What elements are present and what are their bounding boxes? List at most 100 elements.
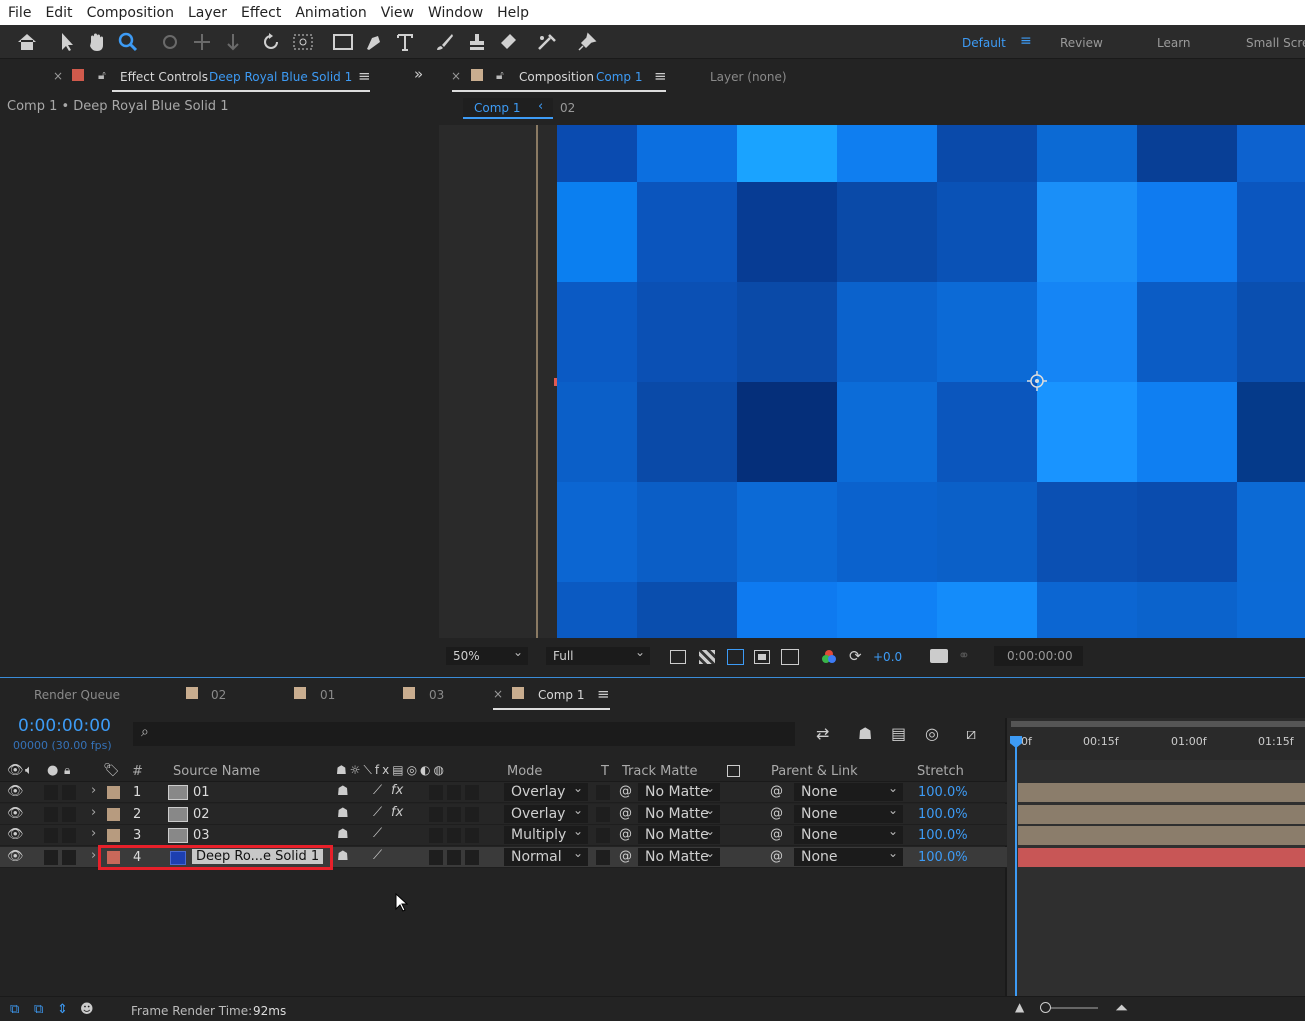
- dolly-camera-icon[interactable]: [220, 29, 246, 55]
- selection-tool-icon[interactable]: [54, 29, 80, 55]
- home-icon[interactable]: [14, 29, 40, 55]
- panel-menu-icon[interactable]: ≡: [358, 67, 371, 85]
- menu-edit[interactable]: Edit: [37, 5, 78, 21]
- track-matte-dropdown[interactable]: No Matte: [638, 823, 720, 844]
- shy-switch-icon[interactable]: ☗: [337, 784, 349, 799]
- visibility-eye-icon[interactable]: 👁︎: [7, 784, 24, 799]
- lock-toggle[interactable]: [62, 828, 76, 843]
- menu-view[interactable]: View: [373, 5, 420, 21]
- resolution-dropdown[interactable]: Full: [546, 644, 650, 665]
- color-channels-icon[interactable]: [821, 649, 837, 665]
- comp-breadcrumb-next[interactable]: 02: [560, 101, 575, 115]
- show-snapshot-icon[interactable]: ⚭: [958, 648, 970, 664]
- work-area-bar[interactable]: [1011, 721, 1305, 727]
- menu-composition[interactable]: Composition: [79, 5, 180, 21]
- timeline-zoom-slider-thumb[interactable]: [1040, 1002, 1051, 1013]
- solo-icon[interactable]: ●: [47, 763, 58, 778]
- layer-label-swatch[interactable]: [107, 807, 120, 821]
- stretch-value[interactable]: 100.0%: [918, 850, 968, 865]
- comp-flowchart-icon[interactable]: ⇄: [816, 724, 829, 743]
- lock-toggle[interactable]: [62, 806, 76, 822]
- track-matte-dropdown[interactable]: No Matte: [638, 802, 720, 823]
- parent-dropdown[interactable]: None: [794, 802, 903, 823]
- audio-icon[interactable]: 🔈︎: [25, 763, 33, 778]
- layer-duration-bar[interactable]: [1018, 847, 1305, 867]
- parent-dropdown[interactable]: None: [794, 780, 903, 801]
- orbit-camera-icon[interactable]: [157, 29, 183, 55]
- motion-blur-switch[interactable]: [429, 785, 443, 800]
- zoom-out-icon[interactable]: ▲: [1015, 1000, 1024, 1014]
- adjustment-switch[interactable]: [447, 849, 461, 865]
- roto-brush-icon[interactable]: [534, 29, 560, 55]
- type-tool-icon[interactable]: [392, 29, 418, 55]
- expand-chevron-icon[interactable]: ›: [91, 848, 96, 863]
- shy-switch-icon[interactable]: ☗: [337, 849, 349, 864]
- layer-label-swatch[interactable]: [107, 829, 120, 842]
- blend-mode-dropdown[interactable]: Overlay: [504, 802, 588, 823]
- pan-behind-icon[interactable]: [290, 29, 316, 55]
- mask-visibility-icon[interactable]: [727, 649, 744, 665]
- motion-blur-icon[interactable]: ◎: [925, 724, 939, 743]
- stretch-value[interactable]: 100.0%: [918, 785, 968, 800]
- adjustment-switch[interactable]: [447, 828, 461, 843]
- shy-switch-icon[interactable]: ☗: [337, 827, 349, 842]
- transparency-grid-icon[interactable]: [699, 650, 715, 664]
- menu-layer[interactable]: Layer: [180, 5, 233, 21]
- comp-1-tab[interactable]: Comp 1: [538, 688, 584, 702]
- stretch-value[interactable]: 100.0%: [918, 807, 968, 822]
- panel-menu-icon[interactable]: ≡: [654, 67, 667, 85]
- expand-chevron-icon[interactable]: ›: [91, 826, 96, 841]
- hand-tool-icon[interactable]: [84, 29, 110, 55]
- pan-camera-icon[interactable]: [189, 29, 215, 55]
- 3d-layer-switch[interactable]: [465, 849, 479, 865]
- workspace-learn[interactable]: Learn: [1157, 36, 1191, 50]
- timeline-search-input[interactable]: ⌕: [133, 722, 795, 746]
- effect-controls-tab-label[interactable]: Effect Controls: [120, 70, 208, 84]
- workspace-review[interactable]: Review: [1060, 36, 1103, 50]
- layer-row[interactable]: 👁︎ › 3 03 ☗ ⟋ Multiply @ No Matte @ None…: [0, 823, 1007, 846]
- layer-label-swatch[interactable]: [107, 786, 120, 799]
- eraser-tool-icon[interactable]: [495, 29, 521, 55]
- adjustment-switch[interactable]: [447, 785, 461, 800]
- rectangle-tool-icon[interactable]: [330, 29, 356, 55]
- fx-switch-icon[interactable]: fx: [391, 805, 403, 820]
- solo-toggle[interactable]: [44, 828, 58, 843]
- layer-source-name[interactable]: 02: [193, 807, 210, 822]
- track-matte-dropdown[interactable]: No Matte: [638, 845, 720, 866]
- workspace-small-screen[interactable]: Small Scre: [1246, 36, 1305, 50]
- comp-02-tab[interactable]: 02: [211, 688, 226, 702]
- snapshot-camera-icon[interactable]: [930, 649, 948, 663]
- anchor-point-icon[interactable]: [1026, 370, 1048, 392]
- current-time-display[interactable]: 0:00:00:00: [18, 716, 111, 736]
- menu-help[interactable]: Help: [489, 5, 535, 21]
- parent-dropdown[interactable]: None: [794, 823, 903, 844]
- track-matte-dropdown[interactable]: No Matte: [638, 780, 720, 801]
- layer-switches-toggle-icon[interactable]: ⧉: [10, 1002, 19, 1017]
- preserve-transparency-toggle[interactable]: [596, 785, 610, 800]
- expand-chevron-icon[interactable]: ›: [91, 783, 96, 798]
- workspace-menu-icon[interactable]: ≡: [1020, 33, 1032, 49]
- close-icon[interactable]: ×: [493, 687, 503, 701]
- brush-tool-icon[interactable]: [432, 29, 458, 55]
- shy-switch-icon[interactable]: ☗: [337, 806, 349, 821]
- parent-pickwhip-icon[interactable]: @: [770, 806, 783, 821]
- visibility-eye-icon[interactable]: 👁︎: [7, 806, 24, 821]
- render-queue-tab[interactable]: Render Queue: [34, 688, 120, 702]
- transfer-controls-toggle-icon[interactable]: ⧉: [34, 1002, 43, 1017]
- matte-pickwhip-icon[interactable]: @: [619, 827, 632, 842]
- puppet-pin-icon[interactable]: [574, 29, 600, 55]
- expand-panels-icon[interactable]: »: [414, 65, 423, 83]
- composition-tab-label[interactable]: Composition: [519, 70, 594, 84]
- lock-column-icon[interactable]: 🔒︎: [64, 763, 70, 778]
- eye-icon[interactable]: 👁︎: [7, 763, 24, 778]
- workspace-default[interactable]: Default: [962, 36, 1006, 50]
- lock-toggle[interactable]: [62, 849, 76, 865]
- solo-toggle[interactable]: [44, 806, 58, 822]
- matte-pickwhip-icon[interactable]: @: [619, 849, 632, 864]
- motion-blur-switch[interactable]: [429, 828, 443, 843]
- graph-editor-icon[interactable]: ⧄: [966, 724, 976, 744]
- parent-pickwhip-icon[interactable]: @: [770, 827, 783, 842]
- lock-icon[interactable]: 🔓︎: [496, 68, 504, 83]
- layer-source-name[interactable]: 03: [193, 828, 210, 843]
- exposure-value[interactable]: +0.0: [873, 650, 902, 664]
